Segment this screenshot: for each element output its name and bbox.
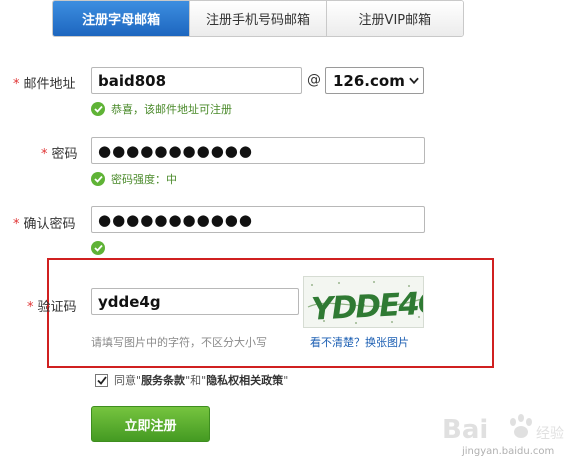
agreement-checkbox[interactable]: [95, 373, 108, 387]
email-label-text: 邮件地址: [23, 77, 76, 92]
password-hint-text: 密码强度：中: [111, 173, 177, 186]
check-circle-icon: [91, 241, 105, 255]
email-available-hint: 恭喜，该邮件地址可注册: [91, 101, 232, 117]
captcha-label-text: 验证码: [37, 300, 77, 315]
agreement-row: 同意" 服务条款 "和" 隐私权相关政策 ": [95, 372, 288, 388]
captcha-image[interactable]: YDDE4G: [303, 276, 424, 328]
check-circle-icon: [91, 102, 105, 116]
chevron-down-icon: [409, 76, 419, 86]
watermark-logo-suffix: 经验: [536, 426, 564, 442]
captcha-label: * 验证码: [27, 296, 77, 315]
domain-value: 126.com: [333, 71, 405, 90]
confirm-label-text: 确认密码: [23, 217, 76, 232]
required-mark: *: [13, 77, 20, 92]
confirm-password-label: * 确认密码: [13, 213, 76, 232]
privacy-link[interactable]: 隐私权相关政策: [206, 372, 283, 388]
agreement-mid: "和": [185, 374, 207, 387]
password-label: * 密码: [41, 143, 78, 162]
terms-link[interactable]: 服务条款: [141, 372, 185, 388]
watermark-url: jingyan.baidu.com: [462, 446, 555, 457]
agreement-prefix: 同意": [114, 374, 142, 387]
registration-tabs: 注册字母邮箱 注册手机号码邮箱 注册VIP邮箱: [52, 0, 464, 37]
check-circle-icon: [91, 172, 105, 186]
confirm-ok-hint: [91, 241, 111, 255]
at-sign: @: [307, 72, 321, 88]
password-label-text: 密码: [51, 147, 78, 162]
required-mark: *: [41, 147, 48, 162]
agreement-suffix: ": [283, 373, 289, 387]
tab-mobile-email[interactable]: 注册手机号码邮箱: [189, 1, 326, 36]
tab-letter-email[interactable]: 注册字母邮箱: [53, 1, 190, 36]
required-mark: *: [27, 300, 34, 315]
email-input[interactable]: baid808: [91, 67, 302, 94]
captcha-hint: 请填写图片中的字符，不区分大小写: [91, 336, 267, 349]
captcha-text: YDDE4G: [310, 285, 424, 328]
domain-select[interactable]: 126.com: [325, 67, 424, 94]
password-strength-hint: 密码强度：中: [91, 171, 177, 187]
captcha-input[interactable]: ydde4g: [91, 288, 299, 315]
tab-vip-email[interactable]: 注册VIP邮箱: [325, 1, 463, 36]
confirm-password-input[interactable]: ●●●●●●●●●●●: [91, 206, 425, 233]
confirm-password-value: ●●●●●●●●●●●: [98, 210, 253, 229]
email-value: baid808: [98, 71, 167, 90]
watermark-logo: Bai: [442, 415, 488, 445]
password-input[interactable]: ●●●●●●●●●●●: [91, 137, 425, 164]
required-mark: *: [13, 217, 20, 232]
refresh-captcha-link[interactable]: 看不清楚？换张图片: [310, 334, 409, 350]
password-value: ●●●●●●●●●●●: [98, 141, 253, 160]
email-hint-text: 恭喜，该邮件地址可注册: [111, 103, 232, 116]
captcha-value: ydde4g: [98, 292, 161, 311]
register-button[interactable]: 立即注册: [91, 406, 210, 442]
email-label: * 邮件地址: [13, 73, 76, 92]
